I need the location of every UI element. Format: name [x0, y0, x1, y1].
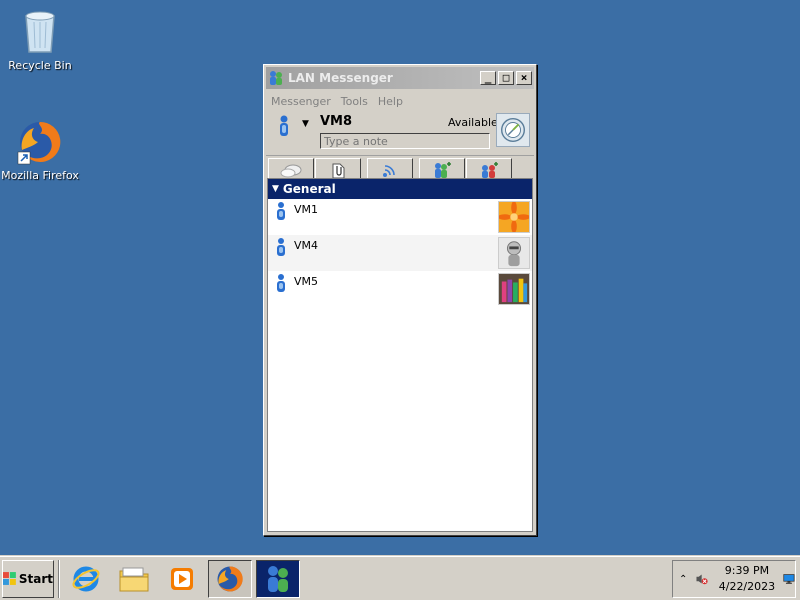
contact-name: VM4	[294, 239, 319, 252]
desktop-icon-recycle-bin[interactable]: Recycle Bin	[0, 6, 80, 72]
user-status-icon[interactable]	[278, 115, 290, 137]
contact-list: ▼ General VM1 VM4 VM5	[267, 178, 533, 532]
maximize-button[interactable]: □	[498, 71, 514, 85]
firefox-label: Mozilla Firefox	[1, 169, 79, 182]
contact-status-icon	[277, 274, 285, 292]
taskbar-file-explorer[interactable]	[112, 560, 156, 598]
note-input[interactable]	[320, 133, 490, 149]
collapse-arrow-icon[interactable]: ▼	[272, 184, 279, 194]
recycle-bin-icon	[25, 11, 55, 53]
lan-messenger-icon	[270, 71, 282, 85]
add-contact-icon	[435, 161, 451, 178]
group-name: General	[282, 182, 336, 196]
markers-avatar	[498, 273, 530, 305]
recycle-bin-label: Recycle Bin	[8, 59, 72, 72]
flower-avatar	[498, 201, 530, 233]
contact-vm5[interactable]: VM5	[268, 271, 532, 307]
start-label: Start	[18, 571, 53, 586]
clock[interactable]: 9:39 PM 4/22/2023	[719, 563, 775, 595]
attach-file-icon	[332, 163, 345, 178]
window-title: LAN Messenger	[288, 71, 393, 85]
contact-vm1[interactable]: VM1	[268, 199, 532, 235]
clock-date: 4/22/2023	[718, 580, 776, 593]
contact-name: VM1	[294, 203, 319, 216]
taskbar-internet-explorer[interactable]	[64, 560, 108, 598]
taskbar-firefox[interactable]	[208, 559, 252, 598]
username: VM8	[320, 114, 353, 129]
menu-help[interactable]: Help	[373, 95, 408, 108]
contact-vm4[interactable]: VM4	[268, 235, 532, 271]
desktop-icon-firefox[interactable]: Mozilla Firefox	[0, 118, 80, 182]
robot-avatar	[498, 237, 530, 269]
menu-tools[interactable]: Tools	[336, 95, 373, 108]
network-monitor-icon[interactable]	[783, 572, 795, 586]
contact-status-icon	[277, 238, 285, 256]
user-status-panel: ▼ VM8 Available	[266, 111, 534, 155]
windows-logo-icon	[3, 571, 16, 585]
show-hidden-icons-chevron[interactable]: ⌃	[679, 574, 687, 585]
taskbar-lan-messenger[interactable]	[256, 559, 300, 598]
taskbar-media-player[interactable]	[160, 560, 204, 598]
close-button[interactable]: ×	[516, 71, 532, 85]
lan-messenger-window: LAN Messenger _ □ × Messenger Tools Help…	[263, 64, 537, 536]
my-avatar[interactable]	[496, 113, 530, 147]
chat-bubble-icon	[280, 164, 302, 177]
contact-status-icon	[277, 202, 285, 220]
media-player-icon	[171, 567, 193, 590]
clock-time: 9:39 PM	[724, 564, 770, 577]
taskbar: Start ⌃ 9:39 PM 4/22/2023	[0, 556, 800, 600]
availability-status[interactable]: Available	[448, 116, 498, 129]
title-bar[interactable]: LAN Messenger _ □ ×	[266, 67, 534, 89]
broadcast-icon	[383, 164, 395, 177]
file-explorer-icon	[119, 567, 149, 591]
firefox-icon	[17, 121, 61, 165]
menu-bar: Messenger Tools Help	[266, 91, 534, 111]
contact-name: VM5	[294, 275, 319, 288]
lan-messenger-icon	[268, 565, 288, 592]
minimize-button[interactable]: _	[480, 71, 496, 85]
menu-messenger[interactable]: Messenger	[266, 95, 336, 108]
system-tray: ⌃ 9:39 PM 4/22/2023	[672, 560, 796, 598]
status-dropdown-arrow[interactable]: ▼	[302, 119, 309, 129]
internet-explorer-icon	[72, 566, 100, 591]
add-group-icon	[482, 161, 498, 178]
volume-muted-icon[interactable]	[695, 571, 708, 587]
group-general-header[interactable]: ▼ General	[268, 179, 532, 199]
start-button[interactable]: Start	[2, 559, 54, 598]
firefox-icon	[217, 565, 243, 591]
